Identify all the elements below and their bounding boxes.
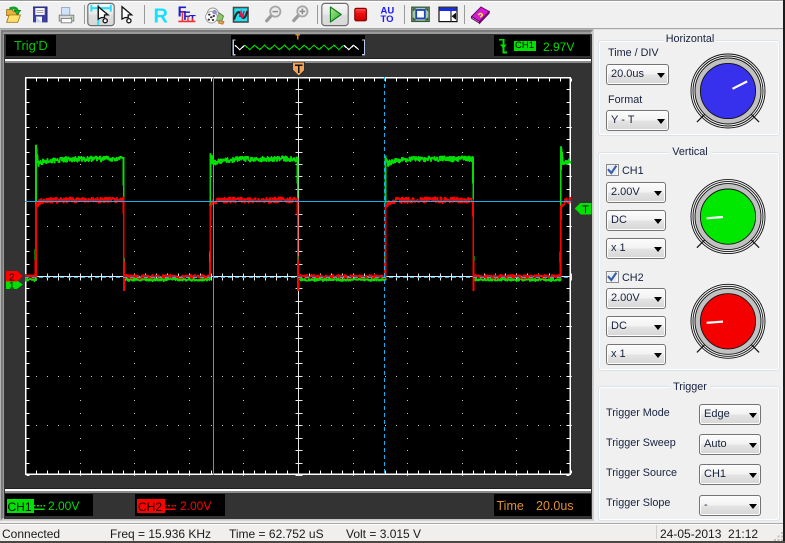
svg-text:R: R — [154, 5, 169, 27]
svg-text:TO: TO — [381, 14, 394, 25]
